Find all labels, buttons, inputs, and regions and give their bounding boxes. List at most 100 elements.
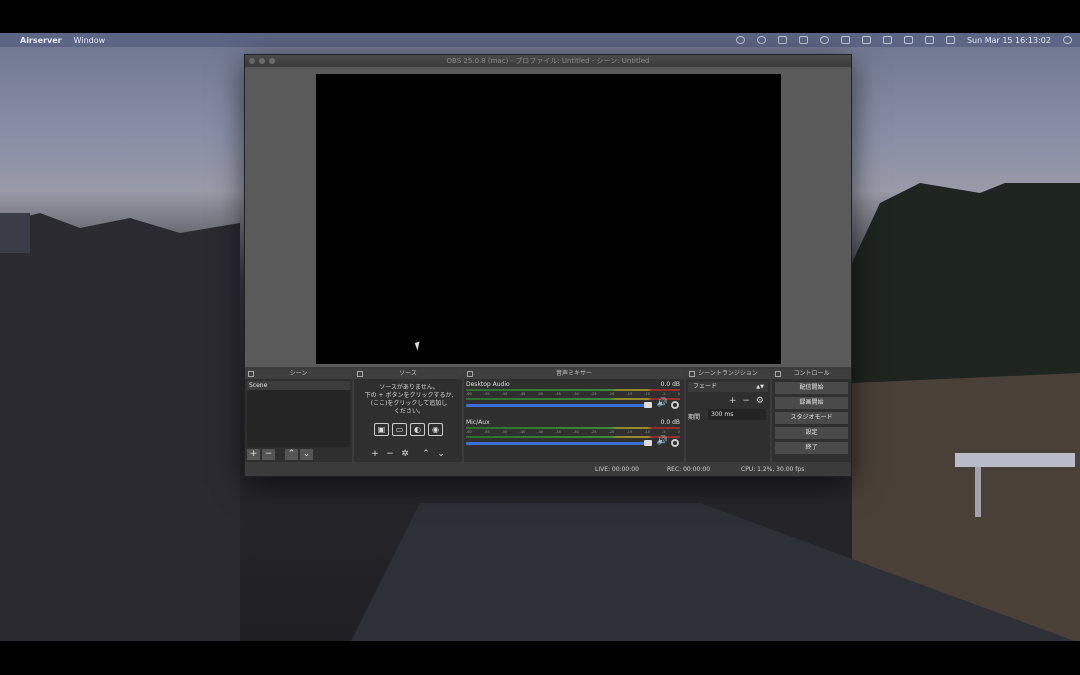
dock-header: シーントランジション: [686, 369, 770, 379]
meter-tick-label: -35: [555, 430, 561, 434]
meter-tick-label: -20: [608, 430, 615, 434]
chevron-updown-icon: ▲▼: [756, 384, 764, 390]
channel-name: Mic/Aux: [466, 419, 490, 426]
move-up-icon[interactable]: ⌃: [285, 449, 298, 460]
channel-name: Desktop Audio: [466, 381, 510, 388]
volume-slider[interactable]: [466, 404, 644, 407]
duration-field[interactable]: 300 ms: [708, 409, 766, 420]
move-up-icon[interactable]: ⌃: [420, 449, 433, 460]
transition-select[interactable]: フェード ▲▼: [688, 382, 768, 392]
mixer-channel: Desktop Audio 0.0 dB -60 -55 -50 -45 -40 -35-…: [466, 381, 682, 415]
dock-float-icon[interactable]: [775, 371, 781, 377]
dock-float-icon[interactable]: [248, 371, 254, 377]
meter-tick-label: -10: [644, 430, 650, 434]
channel-db: 0.0 dB: [660, 381, 680, 388]
controls-dock: コントロール 配信開始 録画開始 スタジオモード 設定 終了: [772, 369, 851, 462]
dock-title: シーントランジション: [698, 370, 758, 377]
source-list[interactable]: ソースがありません。 下の + ボタンをクリックするか, (ここ)をクリックして…: [356, 381, 460, 447]
obs-window: OBS 25.0.8 (mac) - プロファイル: Untitled - シー…: [244, 54, 852, 477]
remove-source-icon[interactable]: −: [384, 449, 397, 460]
menu-window[interactable]: Window: [74, 36, 106, 45]
status-app-icon[interactable]: [756, 36, 766, 44]
dock-header: 音声ミキサー: [464, 369, 684, 379]
dock-float-icon[interactable]: [357, 371, 363, 377]
meter-tick-label: -10: [644, 392, 650, 396]
preview-canvas[interactable]: [316, 74, 781, 364]
transition-buttons: + − ⚙: [729, 396, 764, 406]
status-app-icon[interactable]: [777, 36, 787, 44]
transitions-dock: シーントランジション フェード ▲▼ + − ⚙ 期間 300 ms: [686, 369, 770, 462]
audio-mixer-dock: 音声ミキサー Desktop Audio 0.0 dB -60 -55 -50 -45…: [464, 369, 684, 462]
status-app-icon[interactable]: [819, 36, 829, 44]
menu-app-name[interactable]: Airserver: [20, 36, 62, 45]
window-titlebar[interactable]: OBS 25.0.8 (mac) - プロファイル: Untitled - シー…: [245, 55, 851, 67]
browser-source-icon[interactable]: ◐: [410, 423, 425, 436]
camera-source-icon[interactable]: ◉: [428, 423, 443, 436]
speaker-icon[interactable]: 🔊: [657, 436, 668, 446]
dock-title: コントロール: [793, 370, 830, 377]
status-app-icon[interactable]: [735, 36, 745, 44]
add-source-icon[interactable]: +: [369, 449, 382, 460]
preview-area: [245, 67, 851, 367]
scene-item[interactable]: Scene: [247, 381, 350, 390]
wifi-icon[interactable]: [903, 36, 913, 44]
volume-slider-handle[interactable]: [644, 402, 652, 408]
move-down-icon[interactable]: ⌄: [300, 449, 313, 460]
start-recording-button[interactable]: 録画開始: [775, 397, 848, 409]
duration-value: 300 ms: [711, 411, 734, 418]
dock-float-icon[interactable]: [467, 371, 473, 377]
remove-transition-icon[interactable]: −: [742, 396, 750, 406]
battery-icon[interactable]: [945, 36, 955, 44]
volume-icon[interactable]: [924, 36, 934, 44]
display-capture-icon[interactable]: ▭: [392, 423, 407, 436]
move-down-icon[interactable]: ⌄: [435, 449, 448, 460]
volume-meter: [466, 398, 680, 400]
status-app-icon[interactable]: [798, 36, 808, 44]
source-type-icons: ▣ ▭ ◐ ◉: [374, 423, 443, 436]
remove-scene-icon[interactable]: −: [262, 449, 275, 460]
status-app-icon[interactable]: [861, 36, 871, 44]
speaker-icon[interactable]: 🔊: [657, 398, 668, 408]
no-sources-line: ください。: [393, 408, 424, 415]
meter-tick-label: -5: [662, 392, 666, 396]
meter-tick-label: -25: [590, 392, 597, 396]
exit-button[interactable]: 終了: [775, 442, 848, 454]
no-sources-message: ソースがありません。 下の + ボタンをクリックするか, (ここ)をクリックして…: [362, 384, 456, 416]
menubar-clock[interactable]: Sun Mar 15 16:13:02: [967, 36, 1051, 45]
add-scene-icon[interactable]: +: [247, 449, 260, 460]
add-transition-icon[interactable]: +: [729, 396, 737, 406]
meter-tick-label: -55: [483, 430, 490, 434]
meter-tick-label: -45: [519, 430, 526, 434]
settings-button[interactable]: 設定: [775, 427, 848, 439]
gear-icon[interactable]: [671, 401, 679, 409]
source-settings-icon[interactable]: ✲: [399, 449, 412, 460]
rec-status: REC: 00:00:00: [667, 466, 711, 473]
meter-tick-label: -20: [608, 392, 615, 396]
dock-float-icon[interactable]: [689, 371, 695, 377]
mixer-channel: Mic/Aux 0.0 dB -60 -55 -50 -45 -40 -35 -30 -25-…: [466, 419, 682, 453]
volume-slider-handle[interactable]: [644, 440, 652, 446]
channel-db: 0.0 dB: [660, 419, 680, 426]
source-toolbar: + − ✲ ⌃ ⌄: [356, 448, 460, 461]
status-app-icon[interactable]: [882, 36, 892, 44]
studio-mode-button[interactable]: スタジオモード: [775, 412, 848, 424]
gear-icon[interactable]: [671, 439, 679, 447]
meter-tick-label: -45: [519, 392, 526, 396]
live-status: LIVE: 00:00:00: [595, 466, 639, 473]
image-source-icon[interactable]: ▣: [374, 423, 389, 436]
volume-slider[interactable]: [466, 442, 644, 445]
status-app-icon[interactable]: [840, 36, 850, 44]
volume-meter: [466, 389, 680, 391]
meter-tick-label: -50: [501, 430, 508, 434]
siri-icon[interactable]: [1063, 36, 1072, 44]
scene-list: Scene: [247, 381, 350, 447]
transition-settings-icon[interactable]: ⚙: [756, 396, 764, 406]
meter-tick-label: -60: [466, 392, 472, 396]
no-sources-line: 下の + ボタンをクリックするか,: [364, 392, 454, 399]
meter-tick-label: -5: [662, 430, 666, 434]
meter-tick-label: -50: [501, 392, 508, 396]
meter-tick-label: -15: [626, 430, 633, 434]
dock-title: シーン: [289, 370, 308, 377]
start-streaming-button[interactable]: 配信開始: [775, 382, 848, 394]
meter-tick-label: 0: [677, 430, 680, 434]
